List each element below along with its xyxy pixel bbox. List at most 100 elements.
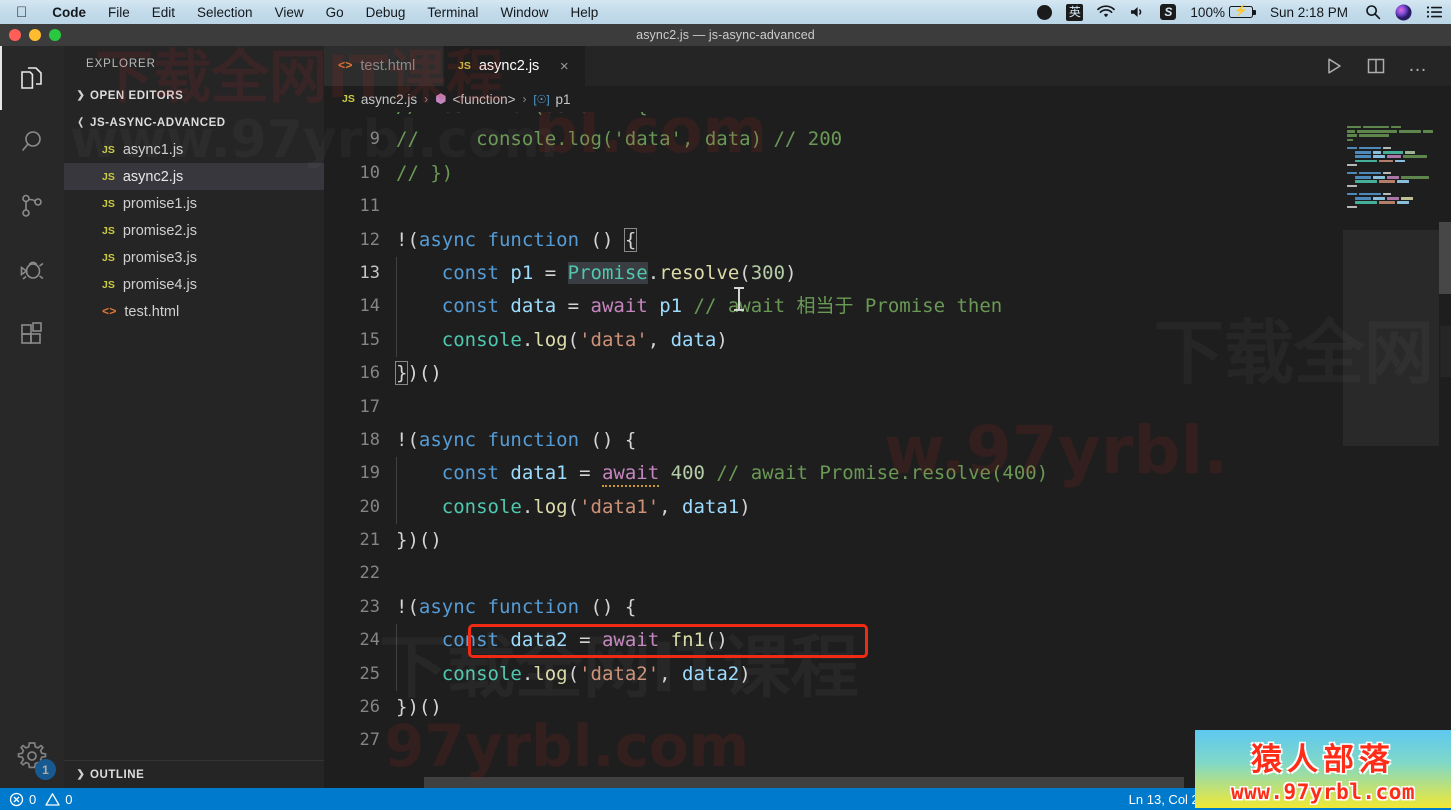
extensions-icon	[21, 322, 42, 344]
window-controls	[9, 29, 61, 41]
menu-item-edit[interactable]: Edit	[141, 5, 186, 20]
sidebar-item-explorer[interactable]	[0, 46, 64, 110]
explorer-title: EXPLORER	[86, 58, 156, 70]
wifi-icon[interactable]	[1090, 5, 1122, 19]
split-editor-button[interactable]	[1366, 56, 1386, 76]
line-number: 26	[359, 697, 380, 718]
settings-badge: 1	[35, 759, 56, 780]
sidebar-item-source-control[interactable]	[0, 174, 64, 238]
section-open-editors-label: OPEN EDITORS	[90, 89, 184, 102]
code-line[interactable]: 17	[324, 391, 1451, 424]
menu-bar-clock[interactable]: Sun 2:18 PM	[1260, 5, 1358, 20]
section-open-editors[interactable]: ❯ OPEN EDITORS	[64, 82, 324, 109]
run-code-button[interactable]	[1324, 56, 1344, 76]
manage-settings-button[interactable]: 1	[0, 724, 64, 788]
sidebar-item-debug[interactable]	[0, 238, 64, 302]
line-number: 15	[359, 329, 380, 350]
menu-item-file[interactable]: File	[97, 5, 141, 20]
code-line[interactable]: 25 console.log('data2', data2)	[324, 657, 1451, 692]
code-line[interactable]: 12 !(async function () {	[324, 224, 1451, 257]
vertical-scrollbar[interactable]	[1439, 222, 1451, 294]
apple-icon[interactable]: 	[0, 5, 41, 20]
code-line[interactable]: 21 })()	[324, 524, 1451, 557]
line-number: 14	[359, 296, 380, 317]
input-method-icon[interactable]: 英	[1059, 3, 1090, 21]
close-window-button[interactable]	[9, 29, 21, 41]
split-editor-icon	[1367, 58, 1385, 74]
menu-item-help[interactable]: Help	[559, 5, 609, 20]
more-actions-button[interactable]: …	[1408, 55, 1429, 77]
code-line[interactable]: 24 const data2 = await fn1()	[324, 624, 1451, 658]
battery-status[interactable]: 100% ⚡	[1183, 5, 1260, 20]
breadcrumb-scope[interactable]: <function>	[452, 92, 515, 107]
menu-item-selection[interactable]: Selection	[186, 5, 264, 20]
text-cursor	[734, 287, 744, 311]
menu-item-view[interactable]: View	[264, 5, 315, 20]
app-window:  Code File Edit Selection View Go Debug…	[0, 0, 1451, 810]
sidebar-item-extensions[interactable]	[0, 302, 64, 366]
code-line[interactable]: 11	[324, 190, 1451, 223]
line-content: console.log('data1', data1)	[396, 490, 1451, 525]
code-line[interactable]: 26 })()	[324, 691, 1451, 724]
volume-icon[interactable]	[1122, 5, 1153, 19]
code-line[interactable]: 20 console.log('data1', data1)	[324, 490, 1451, 525]
js-icon: JS	[102, 251, 115, 264]
line-number: 19	[359, 463, 380, 484]
variable-icon: [☉]	[533, 93, 550, 106]
menu-item-window[interactable]: Window	[489, 5, 559, 20]
minimap-slider[interactable]	[1343, 230, 1439, 446]
breadcrumb-symbol[interactable]: p1	[556, 92, 571, 107]
maximize-window-button[interactable]	[49, 29, 61, 41]
file-name: promise4.js	[122, 276, 197, 293]
code-line[interactable]: 16 })()	[324, 357, 1451, 390]
record-icon[interactable]	[1030, 4, 1059, 20]
list-item[interactable]: <> test.html	[64, 298, 324, 325]
menu-item-terminal[interactable]: Terminal	[416, 5, 489, 20]
list-item[interactable]: JS promise2.js	[64, 217, 324, 244]
menu-item-code[interactable]: Code	[41, 5, 97, 20]
chevron-down-icon: ❬	[76, 117, 86, 128]
minimap[interactable]	[1343, 112, 1439, 788]
menu-item-go[interactable]: Go	[315, 5, 355, 20]
spotlight-search-icon[interactable]	[1358, 4, 1388, 20]
chevron-right-icon: ❯	[76, 90, 86, 101]
js-icon: JS	[102, 278, 115, 291]
horizontal-scrollbar[interactable]	[424, 777, 1184, 788]
code-line[interactable]: 15 console.log('data', data)	[324, 323, 1451, 358]
code-lines[interactable]: 8 // res1.then(data => { 9 // console.lo…	[324, 112, 1451, 788]
code-line[interactable]: 19 const data1 = await 400 // await Prom…	[324, 457, 1451, 491]
breadcrumb-file[interactable]: async2.js	[361, 92, 417, 107]
sidebar-item-search[interactable]	[0, 110, 64, 174]
list-item[interactable]: JS async2.js	[64, 163, 324, 190]
js-icon: JS	[102, 224, 115, 237]
code-line[interactable]: 8 // res1.then(data => {	[324, 112, 1451, 123]
line-content: })()	[394, 361, 442, 386]
siri-icon[interactable]	[1388, 4, 1419, 21]
code-line[interactable]: 13 const p1 = Promise.resolve(300)	[324, 256, 1451, 291]
close-icon[interactable]: ×	[557, 58, 571, 75]
tab-async2-js[interactable]: JS async2.js ×	[444, 46, 587, 86]
list-item[interactable]: JS promise1.js	[64, 190, 324, 217]
code-line[interactable]: 10 // })	[324, 157, 1451, 190]
code-line[interactable]: 18 !(async function () {	[324, 424, 1451, 457]
warning-icon	[45, 792, 60, 806]
menu-item-debug[interactable]: Debug	[355, 5, 417, 20]
list-item[interactable]: JS promise4.js	[64, 271, 324, 298]
section-workspace-folder[interactable]: ❬ JS-ASYNC-ADVANCED	[64, 109, 324, 136]
code-line[interactable]: 14 const data = await p1 // await 相当于 Pr…	[324, 290, 1451, 324]
status-problems[interactable]: 0 0	[0, 792, 72, 807]
code-editor[interactable]: bl.com 下载全网IT课 w.97yrbl. 下载全网IT课程 97yrbl…	[324, 112, 1451, 788]
chevron-right-icon: ❯	[76, 769, 86, 780]
minimize-window-button[interactable]	[29, 29, 41, 41]
tab-test-html[interactable]: <> test.html	[324, 46, 444, 86]
line-content: // res1.then(data => {	[396, 112, 1451, 123]
sogou-icon[interactable]: S	[1153, 4, 1183, 20]
control-center-icon[interactable]	[1419, 5, 1451, 19]
code-line[interactable]: 23 !(async function () {	[324, 591, 1451, 624]
section-outline[interactable]: ❯ OUTLINE	[64, 760, 324, 788]
list-item[interactable]: JS promise3.js	[64, 244, 324, 271]
list-item[interactable]: JS async1.js	[64, 136, 324, 163]
code-line[interactable]: 9 // console.log('data', data) // 200	[324, 123, 1451, 156]
code-line[interactable]: 22	[324, 557, 1451, 590]
js-icon: JS	[342, 93, 355, 105]
